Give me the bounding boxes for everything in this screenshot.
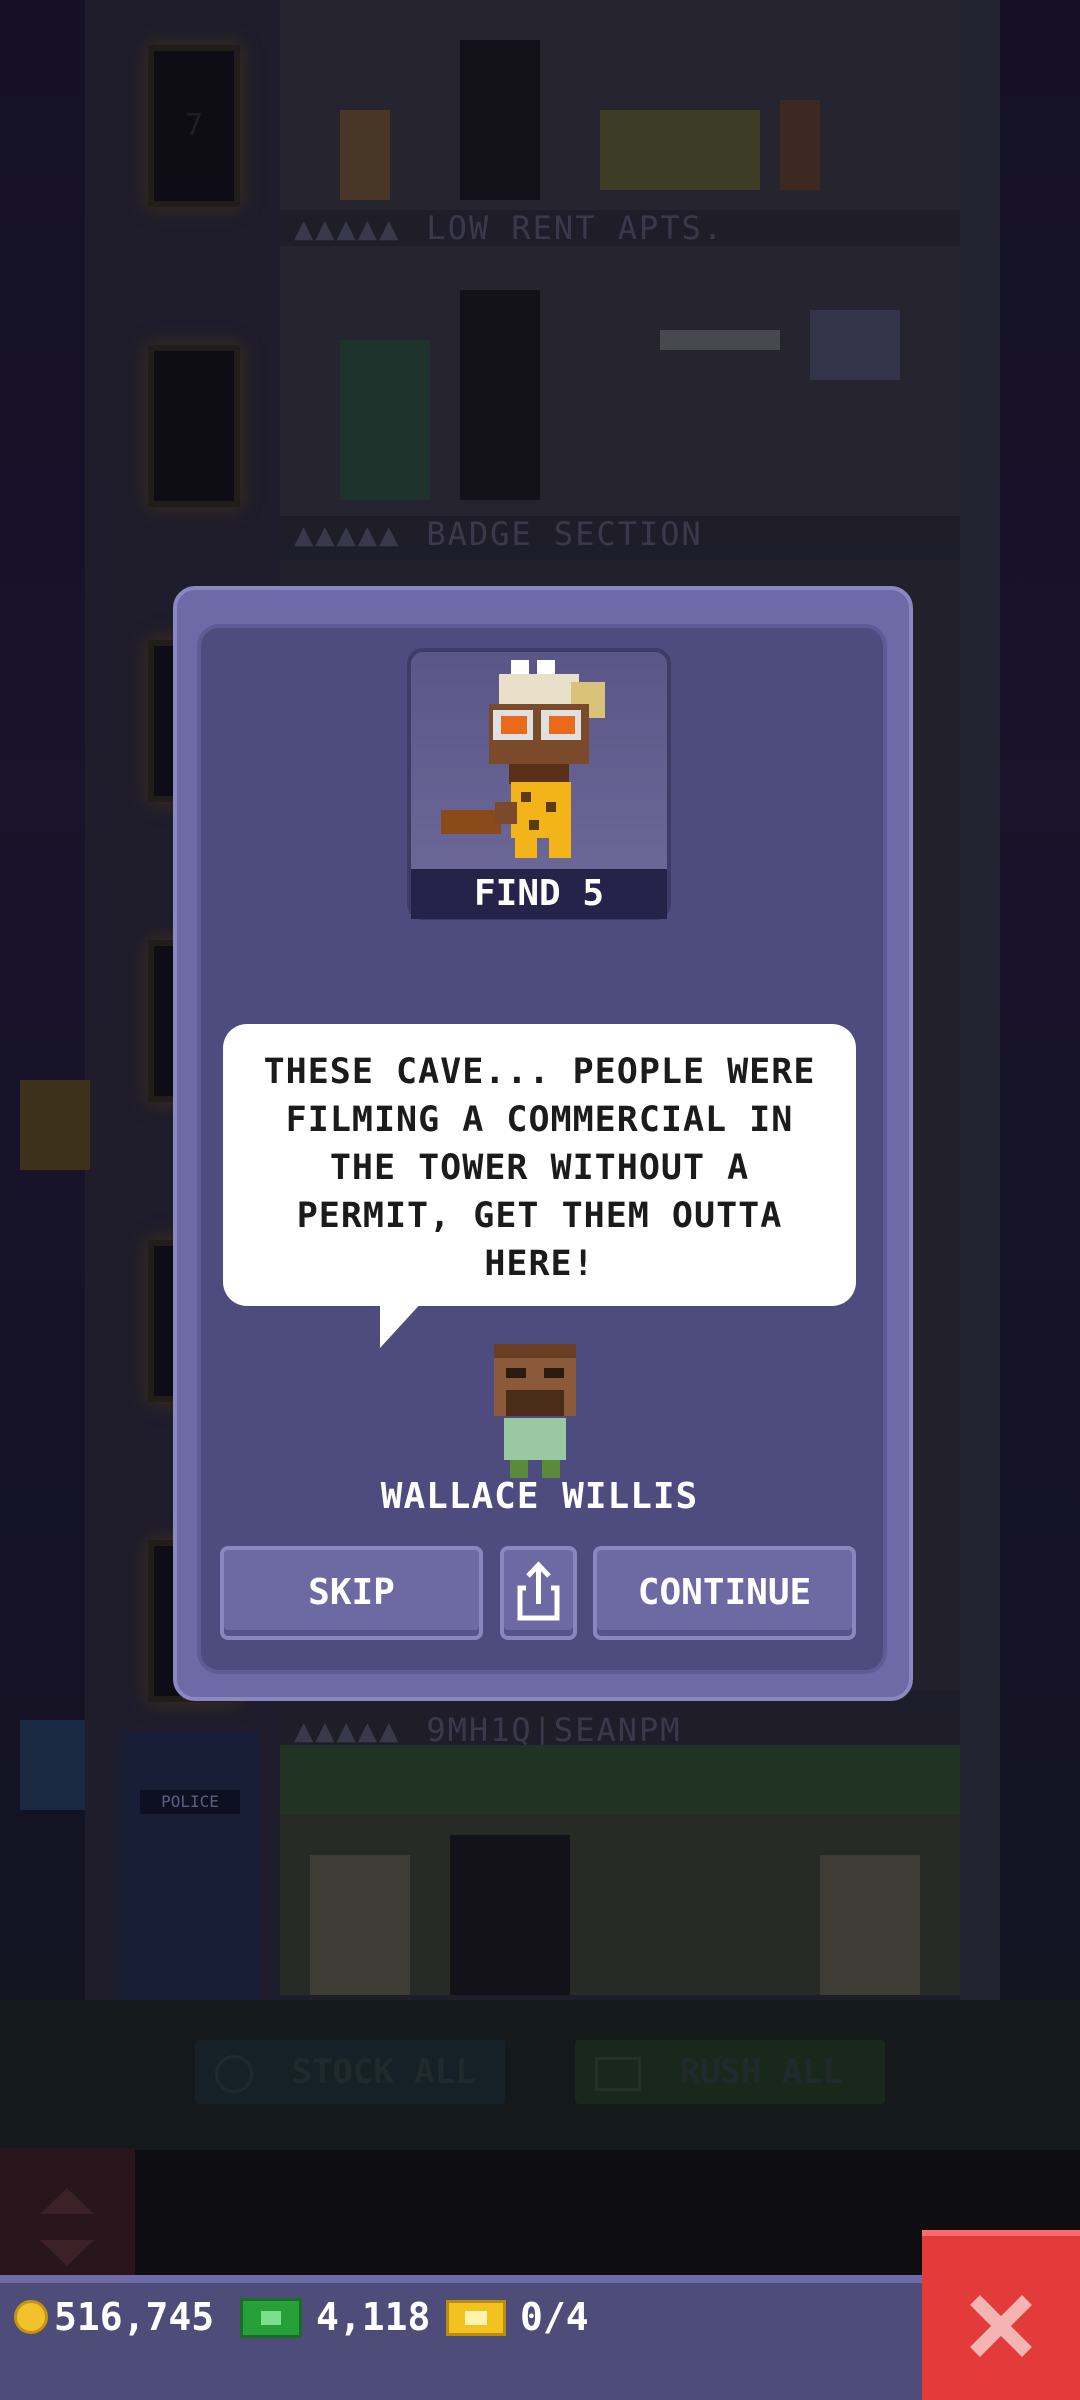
ticket-count: 0/4 [520, 2295, 589, 2339]
speech-bubble: THESE CAVE... PEOPLE WERE FILMING A COMM… [223, 1024, 856, 1306]
currency-bar-edge [0, 2275, 1080, 2283]
bux-icon [240, 2298, 302, 2338]
continue-button[interactable]: CONTINUE [593, 1546, 856, 1640]
share-icon [517, 1561, 560, 1621]
coin-count: 516,745 [54, 2295, 215, 2339]
npc-sprite [494, 1344, 576, 1478]
ticket-icon [446, 2300, 506, 2336]
bux-count: 4,118 [316, 2295, 431, 2339]
npc-avatar [490, 1340, 580, 1480]
skip-button[interactable]: SKIP [220, 1546, 483, 1640]
npc-name: WALLACE WILLIS [380, 1476, 699, 1517]
speech-text: THESE CAVE... PEOPLE WERE FILMING A COMM… [263, 1052, 816, 1284]
caveperson-sprite [441, 660, 605, 858]
speech-bubble-tail [380, 1300, 424, 1348]
close-icon [970, 2295, 1032, 2357]
find-count-label: FIND 5 [411, 869, 667, 919]
coin-icon [14, 2300, 48, 2334]
share-button[interactable] [500, 1546, 577, 1640]
close-button[interactable] [922, 2230, 1080, 2400]
